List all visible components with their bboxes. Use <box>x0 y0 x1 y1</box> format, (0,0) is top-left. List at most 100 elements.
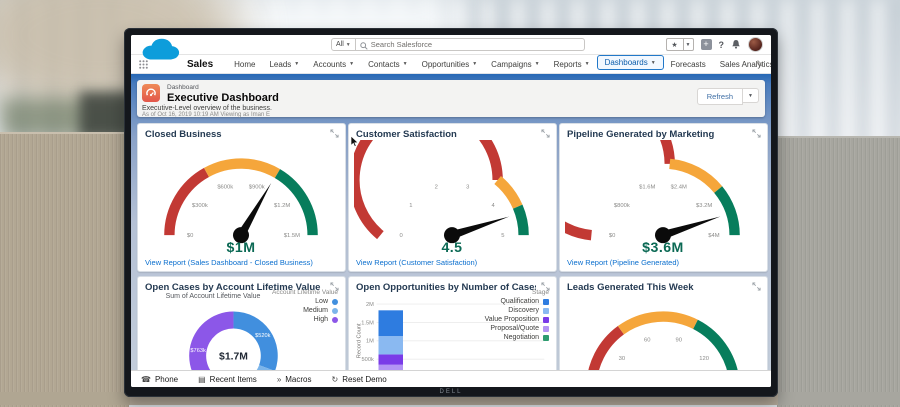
legend-item-medium: Medium <box>272 307 338 314</box>
svg-text:500k: 500k <box>362 357 374 363</box>
utility-reset-demo[interactable]: ↻Reset Demo <box>332 375 387 384</box>
tab-label: Dashboards <box>605 58 648 67</box>
svg-text:1: 1 <box>409 203 412 209</box>
panel-closed-business: Closed Business $0$300k$600k$900k$1.2M$1… <box>137 123 346 272</box>
svg-text:$1.6M: $1.6M <box>639 185 655 191</box>
svg-text:$0: $0 <box>609 233 616 239</box>
svg-text:0: 0 <box>399 233 403 239</box>
legend-label: Proposal/Quote <box>490 325 539 332</box>
tab-forecasts[interactable]: Forecasts <box>664 55 713 73</box>
svg-text:$520k: $520k <box>255 333 271 339</box>
page-title: Executive Dashboard <box>167 92 279 104</box>
chevron-down-icon: ▼ <box>651 60 656 66</box>
svg-text:120: 120 <box>699 356 709 362</box>
utility-phone[interactable]: ☎Phone <box>141 375 178 384</box>
chevron-down-icon: ▼ <box>535 61 540 67</box>
utility-bar: ☎Phone ▤Recent Items »Macros ↻Reset Demo <box>131 370 771 387</box>
svg-text:$2.4M: $2.4M <box>671 185 687 191</box>
reset-icon: ↻ <box>332 375 339 384</box>
tab-opportunities[interactable]: Opportunities▼ <box>415 55 485 73</box>
cubicle-partition-right <box>777 136 900 407</box>
chevron-down-icon: ▼ <box>472 61 477 67</box>
search-input[interactable] <box>356 39 584 50</box>
gauge-chart: $0$300k$600k$900k$1.2M$1.5M$1M <box>143 140 339 261</box>
legend-label: Discovery <box>508 307 539 314</box>
legend-item-value-proposition: Value Proposition <box>485 316 549 323</box>
svg-text:$1.7M: $1.7M <box>219 352 248 363</box>
screen: All ▼ ★ ▼ + ? <box>131 35 771 387</box>
svg-text:1M: 1M <box>366 339 374 345</box>
view-report-link[interactable]: View Report (Customer Satisfaction) <box>356 258 477 267</box>
add-box-icon[interactable]: + <box>701 39 712 50</box>
tab-reports[interactable]: Reports▼ <box>547 55 597 73</box>
legend-item-high: High <box>272 316 338 323</box>
tab-label: Reports <box>554 60 582 69</box>
favorites-menu-button[interactable]: ▼ <box>684 38 694 51</box>
tab-home[interactable]: Home <box>227 55 262 73</box>
dashboard-content: Dashboard Executive Dashboard Executive-… <box>131 72 771 387</box>
monitor-brand: DELL <box>124 389 778 395</box>
panel-title: Closed Business <box>145 129 325 140</box>
utility-label: Phone <box>155 375 178 384</box>
help-icon[interactable]: ? <box>719 40 725 50</box>
tab-leads[interactable]: Leads▼ <box>262 55 306 73</box>
legend-swatch <box>543 335 549 341</box>
macros-icon: » <box>277 375 281 384</box>
search-scope-select[interactable]: All ▼ <box>331 38 356 51</box>
legend-swatch <box>543 308 549 314</box>
notifications-bell-icon[interactable] <box>731 39 741 50</box>
app-name: Sales <box>187 59 213 70</box>
monitor: All ▼ ★ ▼ + ? <box>124 28 778 397</box>
dashboard-as-of: As of Oct 16, 2019 10:19 AM Viewing as I… <box>142 112 270 118</box>
tab-dashboards[interactable]: Dashboards▼ <box>597 55 664 70</box>
legend-label: Value Proposition <box>485 316 539 323</box>
svg-text:30: 30 <box>619 356 626 362</box>
chevron-down-icon: ▼ <box>294 61 299 67</box>
tab-bar: HomeLeads▼Accounts▼Contacts▼Opportunitie… <box>227 55 771 73</box>
legend-swatch <box>332 299 338 305</box>
dashboard-icon <box>142 84 160 102</box>
svg-text:Record Count: Record Count <box>357 323 363 358</box>
utility-macros[interactable]: »Macros <box>277 375 312 384</box>
tab-label: Accounts <box>313 60 346 69</box>
tab-accounts[interactable]: Accounts▼ <box>306 55 361 73</box>
avatar[interactable] <box>748 37 763 52</box>
global-header: All ▼ ★ ▼ + ? <box>131 35 771 55</box>
mouse-cursor <box>350 135 359 148</box>
svg-text:$1.5M: $1.5M <box>284 233 300 239</box>
donut-legend: Account Lifetime ValueLowMediumHigh <box>272 289 338 325</box>
utility-recent-items[interactable]: ▤Recent Items <box>198 375 257 384</box>
global-search <box>356 38 585 51</box>
legend-item-proposal-quote: Proposal/Quote <box>485 325 549 332</box>
refresh-button[interactable]: Refresh <box>697 88 743 105</box>
expand-icon[interactable] <box>752 129 761 138</box>
tab-contacts[interactable]: Contacts▼ <box>361 55 415 73</box>
edit-pencil-icon[interactable]: ✎ <box>755 59 763 70</box>
legend-label: Qualification <box>500 298 539 305</box>
refresh-menu-button[interactable]: ▼ <box>743 88 759 103</box>
favorites-star-button[interactable]: ★ <box>666 38 684 51</box>
legend-item-discovery: Discovery <box>485 307 549 314</box>
salesforce-logo <box>137 37 183 63</box>
panel-pipeline-generated: Pipeline Generated by Marketing $0$800k$… <box>559 123 768 272</box>
legend-swatch <box>543 326 549 332</box>
dashboard-subtitle: Executive-Level overview of the business… <box>142 105 272 112</box>
svg-text:$600k: $600k <box>217 185 233 191</box>
search-scope-value: All <box>336 41 344 48</box>
tab-label: Contacts <box>368 60 400 69</box>
tab-label: Leads <box>269 60 291 69</box>
svg-text:$1M: $1M <box>227 239 256 255</box>
svg-text:4: 4 <box>492 203 496 209</box>
expand-icon[interactable] <box>541 129 550 138</box>
expand-icon[interactable] <box>752 282 761 291</box>
view-report-link[interactable]: View Report (Pipeline Generated) <box>567 258 679 267</box>
legend-item-qualification: Qualification <box>485 298 549 305</box>
legend-title: Stage <box>485 289 549 296</box>
chevron-down-icon: ▼ <box>346 42 351 48</box>
tab-campaigns[interactable]: Campaigns▼ <box>484 55 546 73</box>
expand-icon[interactable] <box>330 129 339 138</box>
cubicle-partition-left <box>0 132 129 407</box>
view-report-link[interactable]: View Report (Sales Dashboard - Closed Bu… <box>145 258 313 267</box>
svg-text:$4M: $4M <box>708 233 719 239</box>
legend-label: Negotiation <box>504 334 539 341</box>
